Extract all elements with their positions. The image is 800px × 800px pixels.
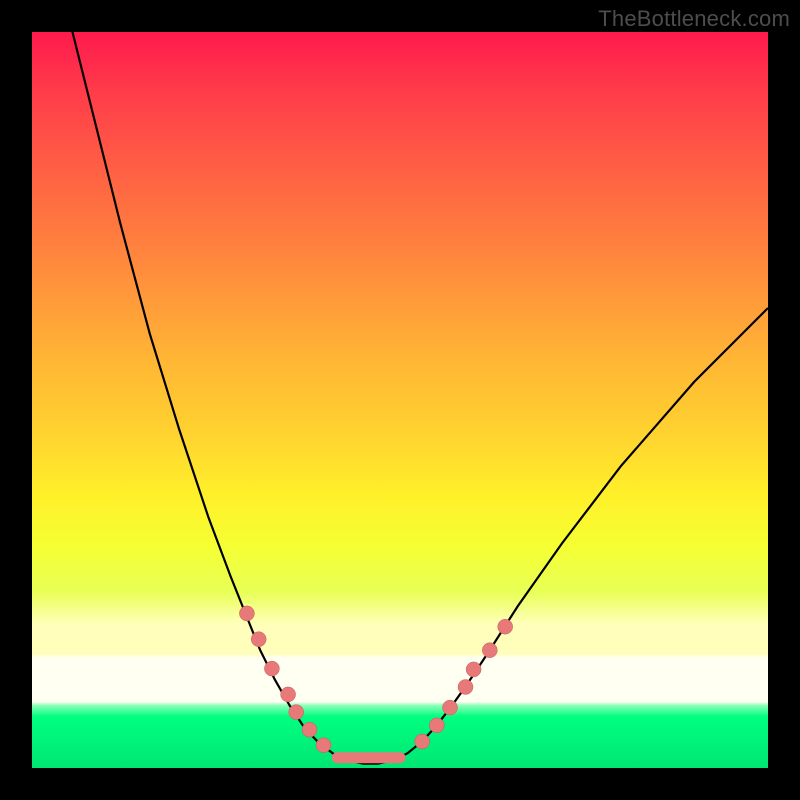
data-marker	[239, 606, 254, 621]
data-marker	[415, 734, 430, 749]
data-marker	[281, 687, 296, 702]
data-marker	[429, 718, 444, 733]
data-marker	[443, 700, 458, 715]
data-marker	[316, 738, 331, 753]
data-marker	[498, 619, 513, 634]
data-marker	[482, 643, 497, 658]
plot-area	[32, 32, 768, 768]
watermark-text: TheBottleneck.com	[598, 6, 790, 32]
data-marker	[458, 680, 473, 695]
chart-container: TheBottleneck.com	[0, 0, 800, 800]
data-marker	[251, 632, 266, 647]
data-marker	[264, 661, 279, 676]
bottleneck-curve	[69, 32, 768, 764]
data-marker	[289, 705, 304, 720]
data-marker	[302, 722, 317, 737]
chart-svg	[32, 32, 768, 768]
data-marker	[466, 662, 481, 677]
